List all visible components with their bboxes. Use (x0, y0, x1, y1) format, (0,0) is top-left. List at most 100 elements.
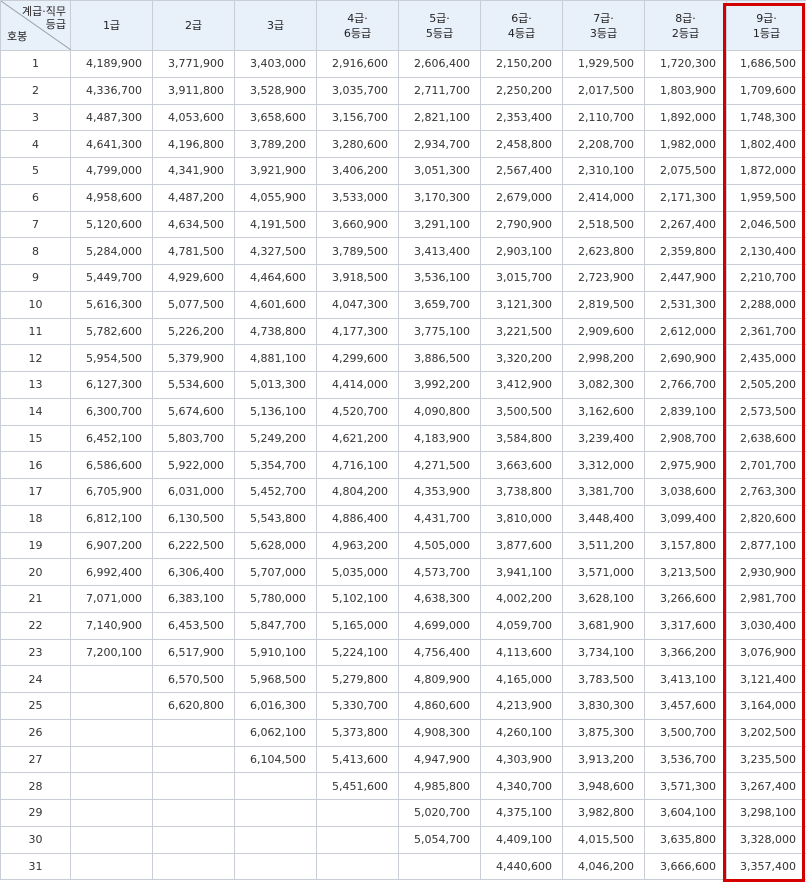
salary-cell: 3,164,000 (727, 693, 806, 720)
salary-cell: 3,771,900 (153, 51, 235, 78)
salary-cell: 3,948,600 (563, 773, 645, 800)
table-body: 14,189,9003,771,9003,403,0002,916,6002,6… (1, 51, 806, 880)
salary-cell (153, 719, 235, 746)
salary-cell: 3,918,500 (317, 265, 399, 292)
column-header-line1: 6급· (481, 11, 562, 26)
table-row: 256,620,8006,016,3005,330,7004,860,6004,… (1, 693, 806, 720)
salary-cell: 5,249,200 (235, 425, 317, 452)
salary-cell: 1,802,400 (727, 131, 806, 158)
salary-cell: 3,357,400 (727, 853, 806, 880)
table-row: 314,440,6004,046,2003,666,6003,357,400 (1, 853, 806, 880)
salary-cell: 4,886,400 (317, 505, 399, 532)
salary-cell: 3,911,800 (153, 77, 235, 104)
step-cell: 15 (1, 425, 71, 452)
salary-cell: 3,921,900 (235, 158, 317, 185)
salary-cell: 2,820,600 (727, 505, 806, 532)
salary-cell: 3,213,500 (645, 559, 727, 586)
salary-cell: 3,162,600 (563, 398, 645, 425)
table-row: 34,487,3004,053,6003,658,6003,156,7002,8… (1, 104, 806, 131)
salary-cell: 4,353,900 (399, 479, 481, 506)
salary-cell: 5,020,700 (399, 800, 481, 827)
salary-cell: 3,015,700 (481, 265, 563, 292)
salary-cell: 3,500,700 (645, 719, 727, 746)
step-cell: 14 (1, 398, 71, 425)
corner-header: 계급·직무 등급 호봉 (1, 1, 71, 51)
salary-cell: 2,250,200 (481, 77, 563, 104)
salary-cell: 2,505,200 (727, 372, 806, 399)
salary-cell: 4,046,200 (563, 853, 645, 880)
salary-cell: 3,328,000 (727, 826, 806, 853)
salary-cell: 4,641,300 (71, 131, 153, 158)
salary-cell: 3,413,100 (645, 666, 727, 693)
table-row: 115,782,6005,226,2004,738,8004,177,3003,… (1, 318, 806, 345)
column-header: 6급·4등급 (481, 1, 563, 51)
salary-cell: 2,110,700 (563, 104, 645, 131)
table-row: 156,452,1005,803,7005,249,2004,621,2004,… (1, 425, 806, 452)
salary-cell (317, 800, 399, 827)
salary-cell: 3,403,000 (235, 51, 317, 78)
salary-cell: 4,756,400 (399, 639, 481, 666)
salary-cell: 5,165,000 (317, 612, 399, 639)
salary-cell: 4,002,200 (481, 586, 563, 613)
salary-cell: 4,809,900 (399, 666, 481, 693)
column-header: 2급 (153, 1, 235, 51)
table-row: 125,954,5005,379,9004,881,1004,299,6003,… (1, 345, 806, 372)
salary-cell: 4,341,900 (153, 158, 235, 185)
salary-cell: 4,047,300 (317, 291, 399, 318)
column-header-line1: 5급· (399, 11, 480, 26)
salary-cell: 4,177,300 (317, 318, 399, 345)
salary-cell: 4,487,300 (71, 104, 153, 131)
salary-cell (71, 826, 153, 853)
step-cell: 28 (1, 773, 71, 800)
column-header: 9급·1등급 (727, 1, 806, 51)
salary-cell: 4,414,000 (317, 372, 399, 399)
salary-cell: 2,679,000 (481, 184, 563, 211)
salary-cell: 3,267,400 (727, 773, 806, 800)
salary-cell: 5,136,100 (235, 398, 317, 425)
salary-cell: 4,799,000 (71, 158, 153, 185)
table-row: 176,705,9006,031,0005,452,7004,804,2004,… (1, 479, 806, 506)
salary-cell: 3,659,700 (399, 291, 481, 318)
salary-cell (71, 693, 153, 720)
step-cell: 29 (1, 800, 71, 827)
salary-cell: 6,306,400 (153, 559, 235, 586)
table-row: 105,616,3005,077,5004,601,6004,047,3003,… (1, 291, 806, 318)
column-header-line1: 9급· (727, 11, 806, 26)
table-row: 14,189,9003,771,9003,403,0002,916,6002,6… (1, 51, 806, 78)
salary-cell: 3,628,100 (563, 586, 645, 613)
salary-cell: 5,922,000 (153, 452, 235, 479)
salary-cell: 3,734,100 (563, 639, 645, 666)
table-row: 276,104,5005,413,6004,947,9004,303,9003,… (1, 746, 806, 773)
salary-cell: 3,235,500 (727, 746, 806, 773)
salary-cell: 3,571,300 (645, 773, 727, 800)
salary-cell: 6,383,100 (153, 586, 235, 613)
step-cell: 5 (1, 158, 71, 185)
salary-cell (71, 719, 153, 746)
salary-cell: 2,361,700 (727, 318, 806, 345)
table-row: 166,586,6005,922,0005,354,7004,716,1004,… (1, 452, 806, 479)
salary-cell: 4,303,900 (481, 746, 563, 773)
salary-cell: 3,536,100 (399, 265, 481, 292)
salary-cell: 4,327,500 (235, 238, 317, 265)
salary-cell: 3,030,400 (727, 612, 806, 639)
salary-cell: 6,300,700 (71, 398, 153, 425)
step-cell: 20 (1, 559, 71, 586)
salary-cell: 7,140,900 (71, 612, 153, 639)
salary-cell: 6,222,500 (153, 532, 235, 559)
salary-cell: 3,666,600 (645, 853, 727, 880)
column-header: 7급·3등급 (563, 1, 645, 51)
salary-cell: 3,663,600 (481, 452, 563, 479)
salary-cell: 4,487,200 (153, 184, 235, 211)
salary-cell: 5,226,200 (153, 318, 235, 345)
step-cell: 18 (1, 505, 71, 532)
column-header-line2: 5등급 (399, 26, 480, 41)
salary-cell: 3,239,400 (563, 425, 645, 452)
salary-cell: 3,448,400 (563, 505, 645, 532)
step-cell: 25 (1, 693, 71, 720)
salary-cell: 2,353,400 (481, 104, 563, 131)
salary-cell: 5,782,600 (71, 318, 153, 345)
salary-cell (399, 853, 481, 880)
salary-cell: 2,711,700 (399, 77, 481, 104)
step-cell: 1 (1, 51, 71, 78)
salary-cell: 3,886,500 (399, 345, 481, 372)
